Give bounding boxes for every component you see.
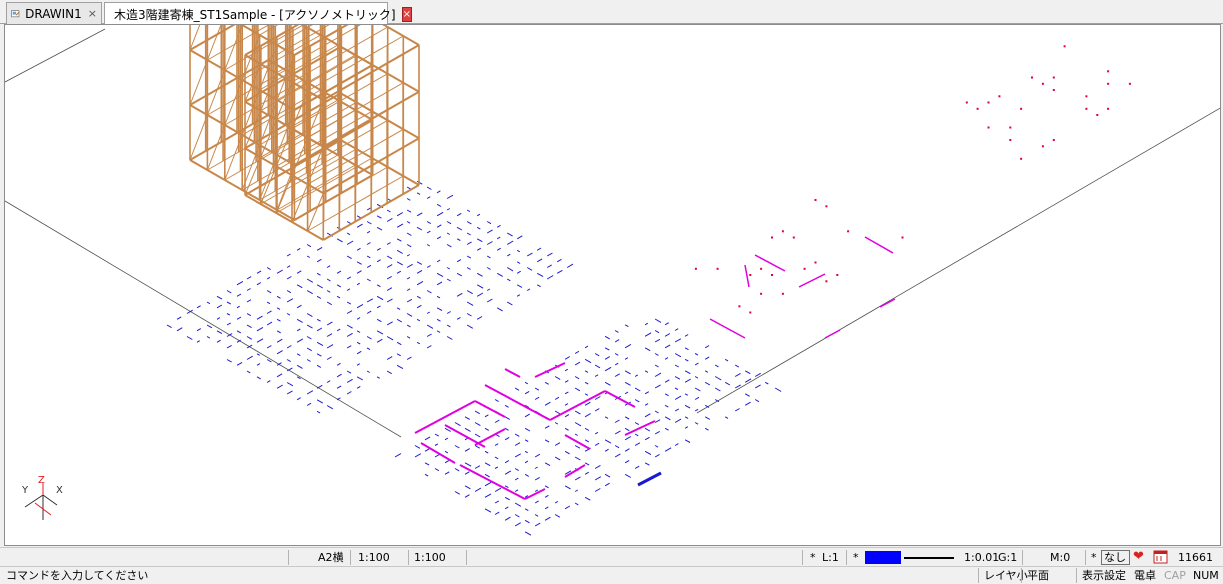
- axonometric-view[interactable]: Z Y X: [5, 25, 1221, 546]
- pen-star[interactable]: *: [853, 550, 859, 565]
- scale-primary[interactable]: 1:100: [358, 550, 390, 565]
- layer-star[interactable]: *: [810, 550, 816, 565]
- mode-indicator[interactable]: M:0: [1050, 550, 1070, 565]
- tab-label: DRAWIN1: [25, 6, 82, 21]
- tab-label: 木造3階建寄棟_ST1Sample - [アクソノメトリック]: [114, 7, 396, 22]
- line-style-sample[interactable]: [904, 557, 954, 559]
- calculator-button[interactable]: 電卓: [1134, 568, 1156, 583]
- drawing-document-icon: [11, 9, 20, 17]
- paper-size[interactable]: A2横: [318, 550, 344, 565]
- axis-label-z: Z: [38, 475, 45, 486]
- object-count: 11661: [1178, 551, 1213, 564]
- layer-indicator[interactable]: L:1: [822, 550, 839, 565]
- drawing-canvas[interactable]: Z Y X: [4, 24, 1221, 546]
- column-points: [694, 45, 1131, 314]
- display-settings-button[interactable]: 表示設定: [1082, 568, 1126, 583]
- reference-lines: [5, 28, 1220, 438]
- status-bar-info: A2横 1:100 1:100 * L:1 * 1:0.01 G:1 M:0 *…: [0, 547, 1223, 566]
- heart-icon[interactable]: ❤: [1133, 549, 1144, 564]
- pen-color-swatch[interactable]: [865, 551, 901, 564]
- scale-secondary[interactable]: 1:100: [414, 550, 446, 565]
- tab-drawin1[interactable]: DRAWIN1 ×: [6, 2, 102, 24]
- attribute-star[interactable]: *: [1091, 550, 1097, 565]
- wall-lines: [414, 236, 896, 500]
- caps-lock-indicator: CAP: [1164, 569, 1186, 582]
- ratio-indicator[interactable]: 1:0.01: [964, 550, 999, 565]
- group-indicator[interactable]: G:1: [998, 550, 1017, 565]
- plan-grid-marks: [166, 180, 782, 536]
- close-icon[interactable]: ×: [88, 7, 97, 20]
- close-icon[interactable]: ×: [401, 6, 412, 22]
- command-prompt[interactable]: コマンドを入力してください: [6, 568, 148, 583]
- document-tab-bar: DRAWIN1 × 木造3階建寄棟_ST1Sample - [アクソノメトリック…: [0, 0, 1223, 25]
- axis-label-y: Y: [21, 485, 29, 496]
- calendar-icon[interactable]: [1153, 549, 1169, 564]
- tab-st1sample[interactable]: 木造3階建寄棟_ST1Sample - [アクソノメトリック] ×: [104, 2, 412, 25]
- status-bar-command: コマンドを入力してください レイヤ小 平面 表示設定 電卓 CAP NUM: [0, 566, 1223, 584]
- attribute-none[interactable]: なし: [1104, 550, 1126, 565]
- axis-label-x: X: [56, 485, 63, 496]
- axis-triad-icon: Z Y X: [21, 475, 63, 520]
- num-lock-indicator: NUM: [1193, 569, 1219, 582]
- timber-frame-model: [189, 25, 420, 241]
- plane-button[interactable]: 平面: [1027, 568, 1049, 583]
